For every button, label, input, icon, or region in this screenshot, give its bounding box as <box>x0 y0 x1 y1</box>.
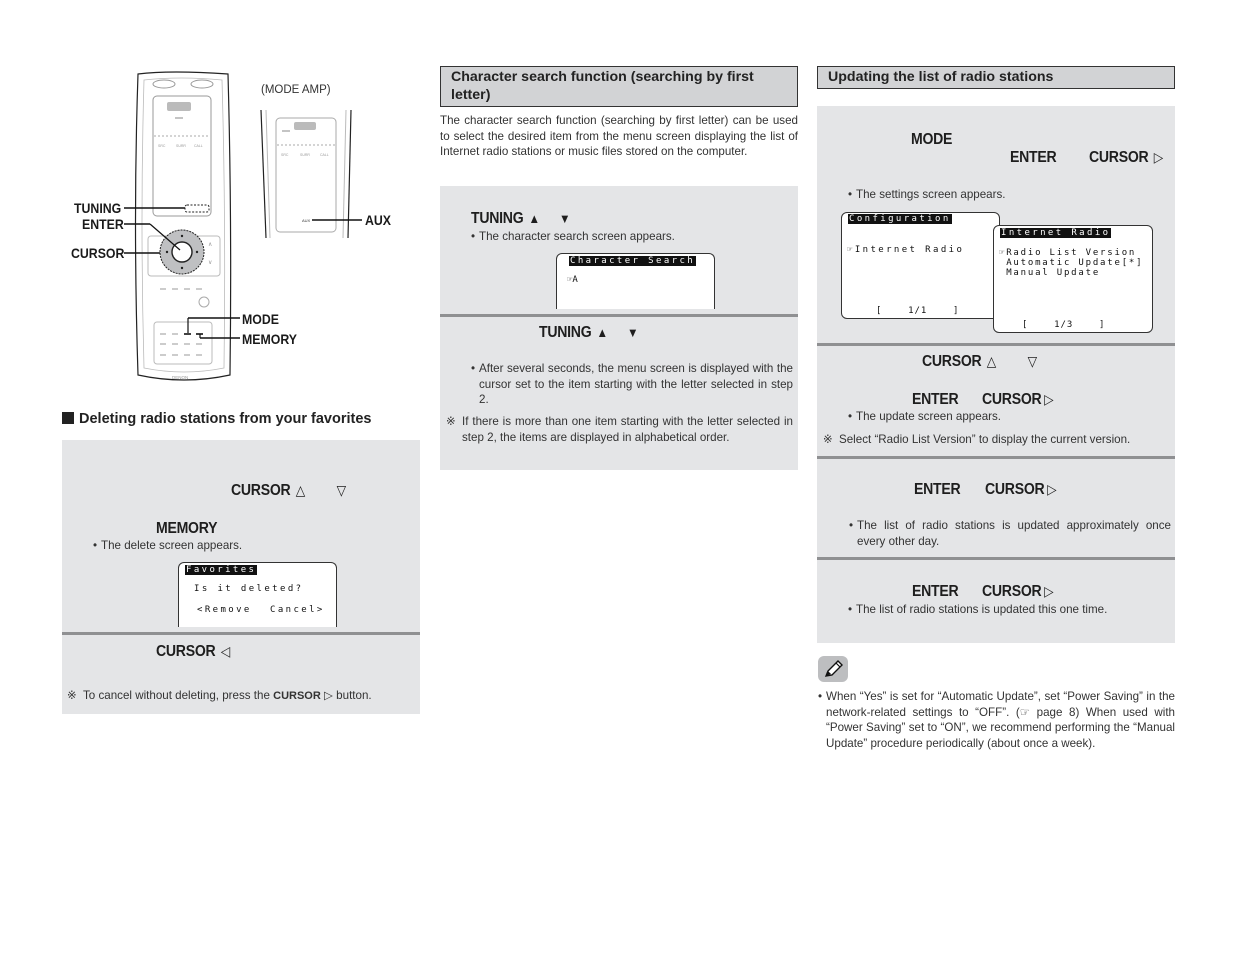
configuration-title: Configuration <box>848 214 952 224</box>
reference-mark-icon: ※ <box>823 433 833 446</box>
step-cursor-right-4: CURSOR ▷ <box>982 583 1054 600</box>
manual-update-item[interactable]: Manual Update <box>999 268 1100 279</box>
svg-text:DENON: DENON <box>172 375 188 380</box>
settings-screen-bullet: The settings screen appears. <box>848 187 1156 203</box>
triangle-down-icon: ▽ <box>336 482 346 498</box>
delete-screen-bullet: The delete screen appears. <box>93 538 401 554</box>
config-page-indicator: [ 1/1 ] <box>876 306 960 316</box>
triangle-down-icon: ▽ <box>1027 353 1037 369</box>
cancel-note: ※ To cancel without deleting, press the C… <box>67 689 372 702</box>
manual-update-bullet: The list of radio stations is updated th… <box>848 602 1156 618</box>
step-enter-4: ENTER <box>912 583 959 600</box>
config-internet-radio-item[interactable]: ☞Internet Radio <box>847 245 964 256</box>
auto-update-bullet: The list of radio stations is updated ap… <box>849 518 1171 549</box>
svg-text:SRC: SRC <box>158 144 166 148</box>
radio-page-indicator: [ 1/3 ] <box>1022 320 1106 330</box>
page-reference-link[interactable]: page 8) <box>1030 706 1080 719</box>
step-cursor-right-2: CURSOR ▷ <box>982 391 1054 408</box>
cursor-label: CURSOR <box>71 245 125 261</box>
svg-text:SRC: SRC <box>281 153 289 157</box>
step-memory: MEMORY <box>156 520 218 537</box>
triangle-right-icon: ▷ <box>1047 481 1057 497</box>
step-mode: MODE <box>911 131 953 148</box>
pointing-hand-icon: ☞ <box>1019 705 1031 719</box>
search-screen-bullet: The character search screen appears. <box>471 229 779 245</box>
step-enter: ENTER <box>1010 149 1057 166</box>
mode-amp-caption: (MODE AMP) <box>261 84 331 96</box>
configuration-screen: Configuration ☞Internet Radio [ 1/1 ] <box>841 212 1000 319</box>
memory-label: MEMORY <box>242 331 297 347</box>
favorites-delete-screen: Favorites Is it deleted? <Remove Cancel> <box>178 562 337 627</box>
remote-control-figure: SRC SURR CALL ∧ ∨ DENON SRC SURR CALL AU… <box>60 70 420 390</box>
black-square-icon <box>62 412 74 424</box>
favorites-screen-title: Favorites <box>185 565 258 575</box>
internet-radio-screen: Internet Radio ☞Radio List Version Autom… <box>993 225 1153 333</box>
triangle-up-icon: △ <box>986 353 996 369</box>
step-enter-2: ENTER <box>912 391 959 408</box>
character-search-heading: Character search function (searching by … <box>440 66 798 107</box>
updating-list-heading: Updating the list of radio stations <box>817 66 1175 89</box>
character-search-screen: Character Search ☞A <box>556 253 715 309</box>
aux-label: AUX <box>365 212 392 228</box>
triangle-right-icon: ▷ <box>324 689 333 702</box>
triangle-right-icon: ▷ <box>1153 149 1163 165</box>
update-screen-bullet: The update screen appears. <box>848 409 1156 425</box>
svg-text:SURR: SURR <box>176 144 186 148</box>
solid-triangle-up-icon: ▲ <box>596 325 608 340</box>
solid-triangle-down-icon: ▼ <box>627 325 639 340</box>
svg-text:SURR: SURR <box>300 153 310 157</box>
tuning-label: TUNING <box>74 200 122 216</box>
enter-label: ENTER <box>82 216 124 232</box>
reference-mark-icon: ※ <box>67 689 77 702</box>
internet-radio-title: Internet Radio <box>1000 228 1112 238</box>
step-tuning-updown: TUNING ▲ ▼ <box>471 210 571 227</box>
step-tuning-updown-2: TUNING ▲ ▼ <box>539 324 639 341</box>
character-search-title: Character Search <box>569 256 697 266</box>
svg-text:CALL: CALL <box>320 153 329 157</box>
triangle-right-icon: ▷ <box>1044 391 1054 407</box>
memo-text: When “Yes” is set for “Automatic Update”… <box>818 689 1175 751</box>
radio-list-version-note: ※ Select “Radio List Version” to display … <box>823 433 1131 446</box>
step-cursor-left: CURSOR ◁ <box>156 643 230 660</box>
deleting-favorites-heading: Deleting radio stations from your favori… <box>62 411 371 427</box>
character-search-intro: The character search function (searching… <box>440 114 798 158</box>
pencil-icon <box>824 660 843 677</box>
step-enter-3: ENTER <box>914 481 961 498</box>
triangle-up-icon: △ <box>295 482 305 498</box>
step-cursor-right: CURSOR ▷ <box>1089 149 1163 166</box>
reference-mark-icon: ※ <box>446 415 456 428</box>
search-letter: ☞A <box>567 275 578 285</box>
alphabetical-note: ※ If there is more than one item starting… <box>446 415 793 444</box>
cancel-option[interactable]: Cancel> <box>270 605 325 616</box>
step-cursor-updown: CURSOR △ ▽ <box>231 482 346 499</box>
mode-label: MODE <box>242 311 279 327</box>
svg-text:∨: ∨ <box>208 260 212 266</box>
step-cursor-updown-right: CURSOR △ ▽ <box>922 353 1037 370</box>
solid-triangle-down-icon: ▼ <box>559 211 571 226</box>
svg-text:AUX: AUX <box>302 218 311 223</box>
delete-confirm-text: Is it deleted? <box>194 584 304 594</box>
step-cursor-right-3: CURSOR ▷ <box>985 481 1057 498</box>
remove-option[interactable]: <Remove <box>197 605 252 616</box>
svg-text:∧: ∧ <box>208 242 212 248</box>
solid-triangle-up-icon: ▲ <box>528 211 540 226</box>
triangle-right-icon: ▷ <box>1044 583 1054 599</box>
triangle-left-icon: ◁ <box>220 643 230 659</box>
memo-pencil-icon <box>818 656 848 682</box>
svg-text:CALL: CALL <box>194 144 203 148</box>
menu-screen-bullet: After several seconds, the menu screen i… <box>471 361 793 408</box>
